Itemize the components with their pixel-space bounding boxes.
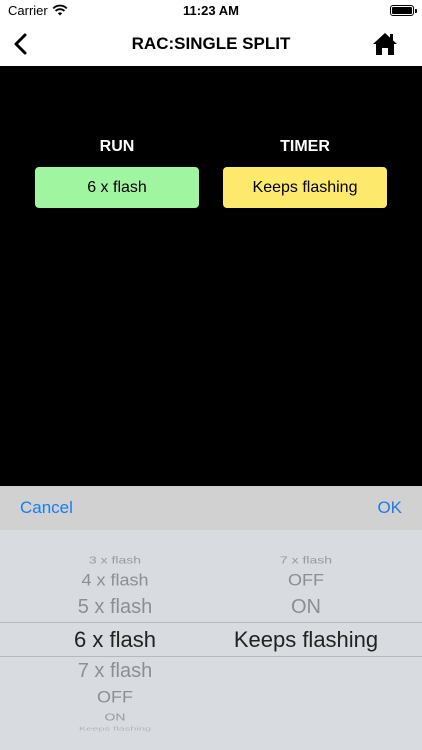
picker-row[interactable]: OFF (200, 571, 412, 590)
status-time: 11:23 AM (183, 3, 239, 18)
option-picker: 3 x flash 4 x flash 5 x flash 6 x flash … (0, 530, 422, 750)
picker-row[interactable]: OFF (10, 688, 220, 707)
status-display-area: RUN TIMER 6 x flash Keeps flashing (0, 66, 422, 486)
run-label: RUN (99, 138, 135, 155)
run-picker-wheel[interactable]: 3 x flash 4 x flash 5 x flash 6 x flash … (10, 530, 220, 750)
run-value-box[interactable]: 6 x flash (35, 167, 199, 208)
home-icon[interactable] (372, 31, 398, 57)
picker-row[interactable]: 7 x flash (10, 660, 220, 683)
ok-button[interactable]: OK (377, 498, 402, 518)
picker-row[interactable]: ON (200, 596, 412, 619)
picker-row[interactable]: 4 x flash (10, 571, 220, 590)
picker-row[interactable]: 7 x flash (200, 554, 412, 566)
picker-row[interactable]: 5 x flash (10, 596, 220, 619)
picker-row[interactable]: 3 x flash (10, 554, 220, 566)
picker-row-selected[interactable]: Keeps flashing (200, 627, 412, 653)
timer-picker-wheel[interactable]: 7 x flash OFF ON Keeps flashing (200, 530, 412, 750)
cancel-button[interactable]: Cancel (20, 498, 73, 518)
page-title: RAC:SINGLE SPLIT (131, 34, 291, 53)
status-bar: Carrier 11:23 AM (0, 0, 422, 22)
picker-row[interactable]: ON (10, 711, 220, 723)
picker-toolbar: Cancel OK (0, 486, 422, 530)
battery-icon (390, 5, 417, 16)
picker-row[interactable]: Keeps flashing (10, 726, 220, 732)
picker-row-selected[interactable]: 6 x flash (10, 627, 220, 653)
timer-value-box[interactable]: Keeps flashing (223, 167, 387, 208)
navigation-bar: RAC:SINGLE SPLIT (0, 22, 422, 66)
timer-label: TIMER (280, 138, 330, 155)
